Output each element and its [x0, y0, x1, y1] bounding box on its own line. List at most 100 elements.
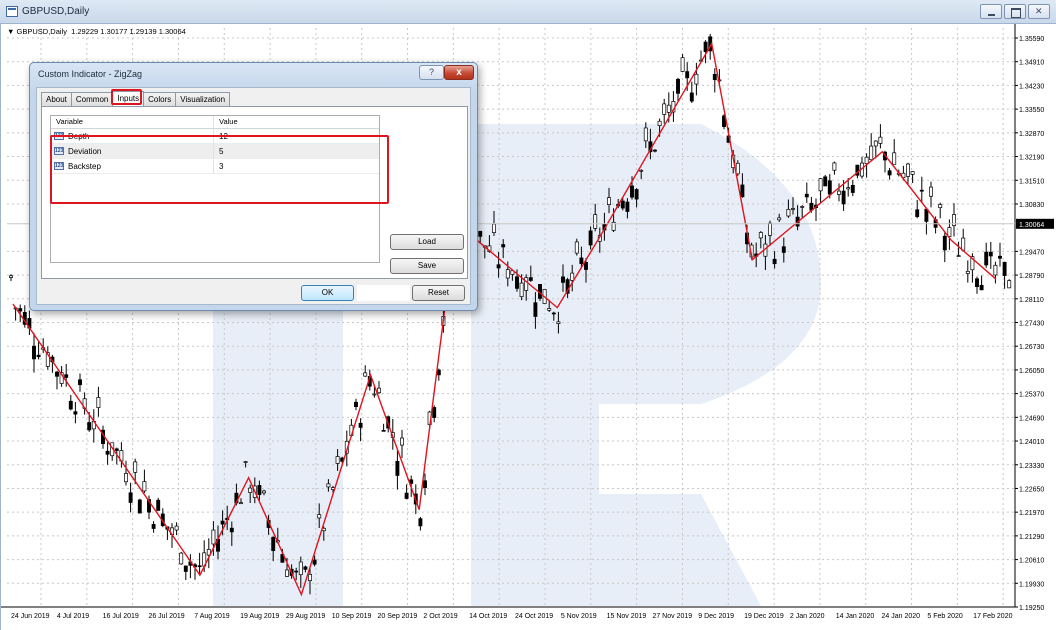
tab-visualization[interactable]: Visualization [175, 92, 231, 106]
candle-body [335, 456, 340, 464]
price-tick-label: 1.28110 [1019, 297, 1044, 304]
candle-body [73, 411, 78, 415]
variable-column-header[interactable]: Variable [51, 116, 214, 128]
inputs-tab-highlight [111, 89, 142, 105]
candle-body [998, 255, 1002, 259]
candle-body [547, 308, 552, 311]
candle-body [432, 407, 437, 418]
candle-body [404, 492, 409, 499]
date-tick-label: 19 Aug 2019 [240, 613, 279, 620]
date-tick-label: 4 Jul 2019 [57, 613, 89, 620]
candle-body [653, 149, 657, 152]
price-tick-label: 1.21970 [1019, 510, 1044, 517]
price-tick-label: 1.21290 [1019, 534, 1044, 541]
candle-body [758, 232, 763, 239]
custom-indicator-dialog[interactable]: Custom Indicator - ZigZag ? x About Comm… [29, 62, 478, 311]
candle-body [312, 559, 317, 565]
save-button[interactable]: Save [390, 258, 464, 274]
candle-body [377, 387, 381, 394]
candle-body [124, 473, 128, 483]
candle-body [887, 170, 892, 176]
candle-body [533, 302, 538, 317]
candle-body [634, 189, 639, 200]
price-tick-label: 1.20610 [1019, 558, 1044, 565]
candle-body [248, 487, 253, 493]
price-tick-label: 1.25370 [1019, 392, 1044, 399]
maximize-button[interactable] [1004, 4, 1026, 19]
candle-body [570, 272, 575, 281]
price-tick-label: 1.19930 [1019, 581, 1044, 588]
close-button[interactable] [1028, 4, 1050, 19]
candle-body [220, 520, 225, 525]
candle-body [588, 230, 593, 246]
candle-body [781, 246, 786, 253]
candle-body [229, 527, 234, 533]
candle-body [505, 269, 510, 279]
candle-body [878, 136, 883, 144]
candle-body [358, 422, 363, 428]
date-tick-label: 20 Sep 2019 [378, 613, 418, 620]
candle-body [137, 499, 142, 514]
candle-body [381, 429, 386, 432]
candle-body [942, 235, 947, 251]
tab-colors[interactable]: Colors [143, 92, 177, 106]
date-tick-label: 5 Nov 2019 [561, 613, 597, 620]
candle-body [128, 492, 133, 503]
tab-common[interactable]: Common [70, 92, 114, 106]
candle-body [689, 92, 694, 102]
reset-button[interactable]: Reset [412, 285, 465, 301]
candle-body [685, 71, 690, 79]
candle-body [666, 104, 671, 113]
candle-body [919, 189, 924, 192]
window-title-bar[interactable]: GBPUSD,Daily [0, 0, 1056, 24]
candle-body [630, 185, 634, 198]
candle-body [639, 169, 644, 172]
candle-body [9, 275, 13, 278]
candle-body [956, 255, 961, 257]
inputs-grid-highlight [50, 135, 389, 204]
chart-info-text: GBPUSD,Daily 1.29229 1.30177 1.29139 1.3… [16, 27, 186, 36]
value-column-header[interactable]: Value [214, 116, 379, 128]
candle-body [841, 190, 846, 205]
date-tick-label: 14 Jan 2020 [836, 613, 875, 620]
candle-body [873, 140, 878, 147]
watermark-shape [599, 124, 821, 404]
candle-body [961, 237, 966, 251]
candle-body [584, 262, 588, 270]
candle-body [87, 422, 92, 431]
candle-body [579, 257, 584, 265]
candle-body [55, 371, 59, 377]
candle-body [607, 197, 611, 206]
candle-body [791, 208, 795, 210]
candle-body [36, 354, 41, 358]
load-button[interactable]: Load [390, 234, 464, 250]
current-price-label: 1.30064 [1019, 222, 1044, 229]
chart-info-arrow-icon: ▼ [7, 27, 17, 36]
candle-body [850, 184, 855, 193]
help-button[interactable]: ? [419, 65, 444, 80]
price-tick-label: 1.28790 [1019, 273, 1044, 280]
tab-about[interactable]: About [41, 92, 72, 106]
price-tick-label: 1.33550 [1019, 107, 1044, 114]
dialog-title: Custom Indicator - ZigZag [38, 69, 143, 79]
candle-body [740, 184, 745, 198]
date-tick-label: 5 Feb 2020 [927, 613, 963, 620]
candle-body [804, 193, 809, 198]
chart-window-icon [6, 6, 18, 17]
candle-body [528, 277, 533, 281]
candle-body [515, 276, 519, 289]
ok-button[interactable]: OK [301, 285, 354, 301]
price-tick-label: 1.34230 [1019, 83, 1044, 90]
date-tick-label: 7 Aug 2019 [194, 613, 230, 620]
candle-body [993, 264, 998, 276]
price-tick-label: 1.19250 [1019, 605, 1044, 612]
candle-body [556, 321, 561, 324]
candle-body [519, 282, 524, 298]
price-tick-label: 1.34910 [1019, 60, 1044, 67]
minimize-button[interactable] [980, 4, 1002, 19]
candle-body [285, 569, 289, 577]
candle-body [211, 529, 216, 545]
candle-body [151, 524, 156, 529]
dialog-close-button[interactable]: x [444, 65, 474, 80]
candle-body [64, 374, 69, 378]
